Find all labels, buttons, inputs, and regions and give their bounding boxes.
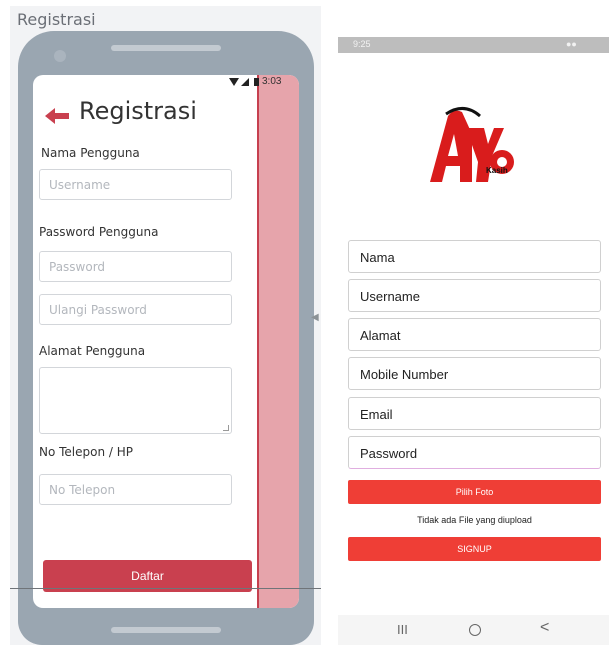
- username-input[interactable]: Username: [39, 169, 232, 200]
- mobile-number-field[interactable]: Mobile Number: [348, 357, 601, 390]
- speaker-bar: [111, 45, 221, 51]
- back-arrow-icon[interactable]: [43, 105, 71, 127]
- telepon-input[interactable]: No Telepon: [39, 474, 232, 505]
- pilih-foto-button[interactable]: Pilih Foto: [348, 480, 601, 504]
- nama-field[interactable]: Nama: [348, 240, 601, 273]
- battery-icon: [254, 78, 259, 86]
- status-icons: [229, 78, 259, 86]
- repeat-password-input[interactable]: Ulangi Password: [39, 294, 232, 325]
- home-icon[interactable]: [469, 624, 481, 636]
- back-nav-icon[interactable]: <: [540, 619, 549, 637]
- alamat-field[interactable]: Alamat: [348, 318, 601, 351]
- connector-arrow-icon: ◀: [311, 312, 319, 323]
- ayo-kasih-logo: [430, 107, 514, 182]
- android-status-icons: ●●: [566, 39, 577, 49]
- alamat-textarea[interactable]: [39, 367, 232, 434]
- page-title: Registrasi: [17, 10, 96, 29]
- password-input[interactable]: Password: [39, 251, 232, 282]
- signup-button[interactable]: SIGNUP: [348, 537, 601, 561]
- logo-text: Kasih: [486, 166, 508, 175]
- upload-status-text: Tidak ada File yang diupload: [417, 515, 532, 525]
- recent-apps-icon[interactable]: III: [397, 622, 408, 637]
- email-field[interactable]: Email: [348, 397, 601, 430]
- screen-header: Registrasi: [79, 97, 197, 125]
- label-password: Password Pengguna: [39, 225, 159, 239]
- android-status-time: 9:25: [353, 39, 371, 49]
- side-panel: [257, 75, 299, 608]
- username-field[interactable]: Username: [348, 279, 601, 312]
- status-time: 3:03: [262, 76, 282, 87]
- password-field[interactable]: Password: [348, 436, 601, 469]
- divider-line: [10, 588, 321, 589]
- signal-icon: [241, 78, 249, 86]
- label-nama: Nama Pengguna: [41, 146, 140, 160]
- camera-dot: [54, 50, 66, 62]
- wifi-icon: [229, 78, 239, 86]
- resize-grip-icon[interactable]: [223, 425, 229, 431]
- label-alamat: Alamat Pengguna: [39, 344, 146, 358]
- home-bar: [111, 627, 221, 633]
- label-telepon: No Telepon / HP: [39, 445, 134, 459]
